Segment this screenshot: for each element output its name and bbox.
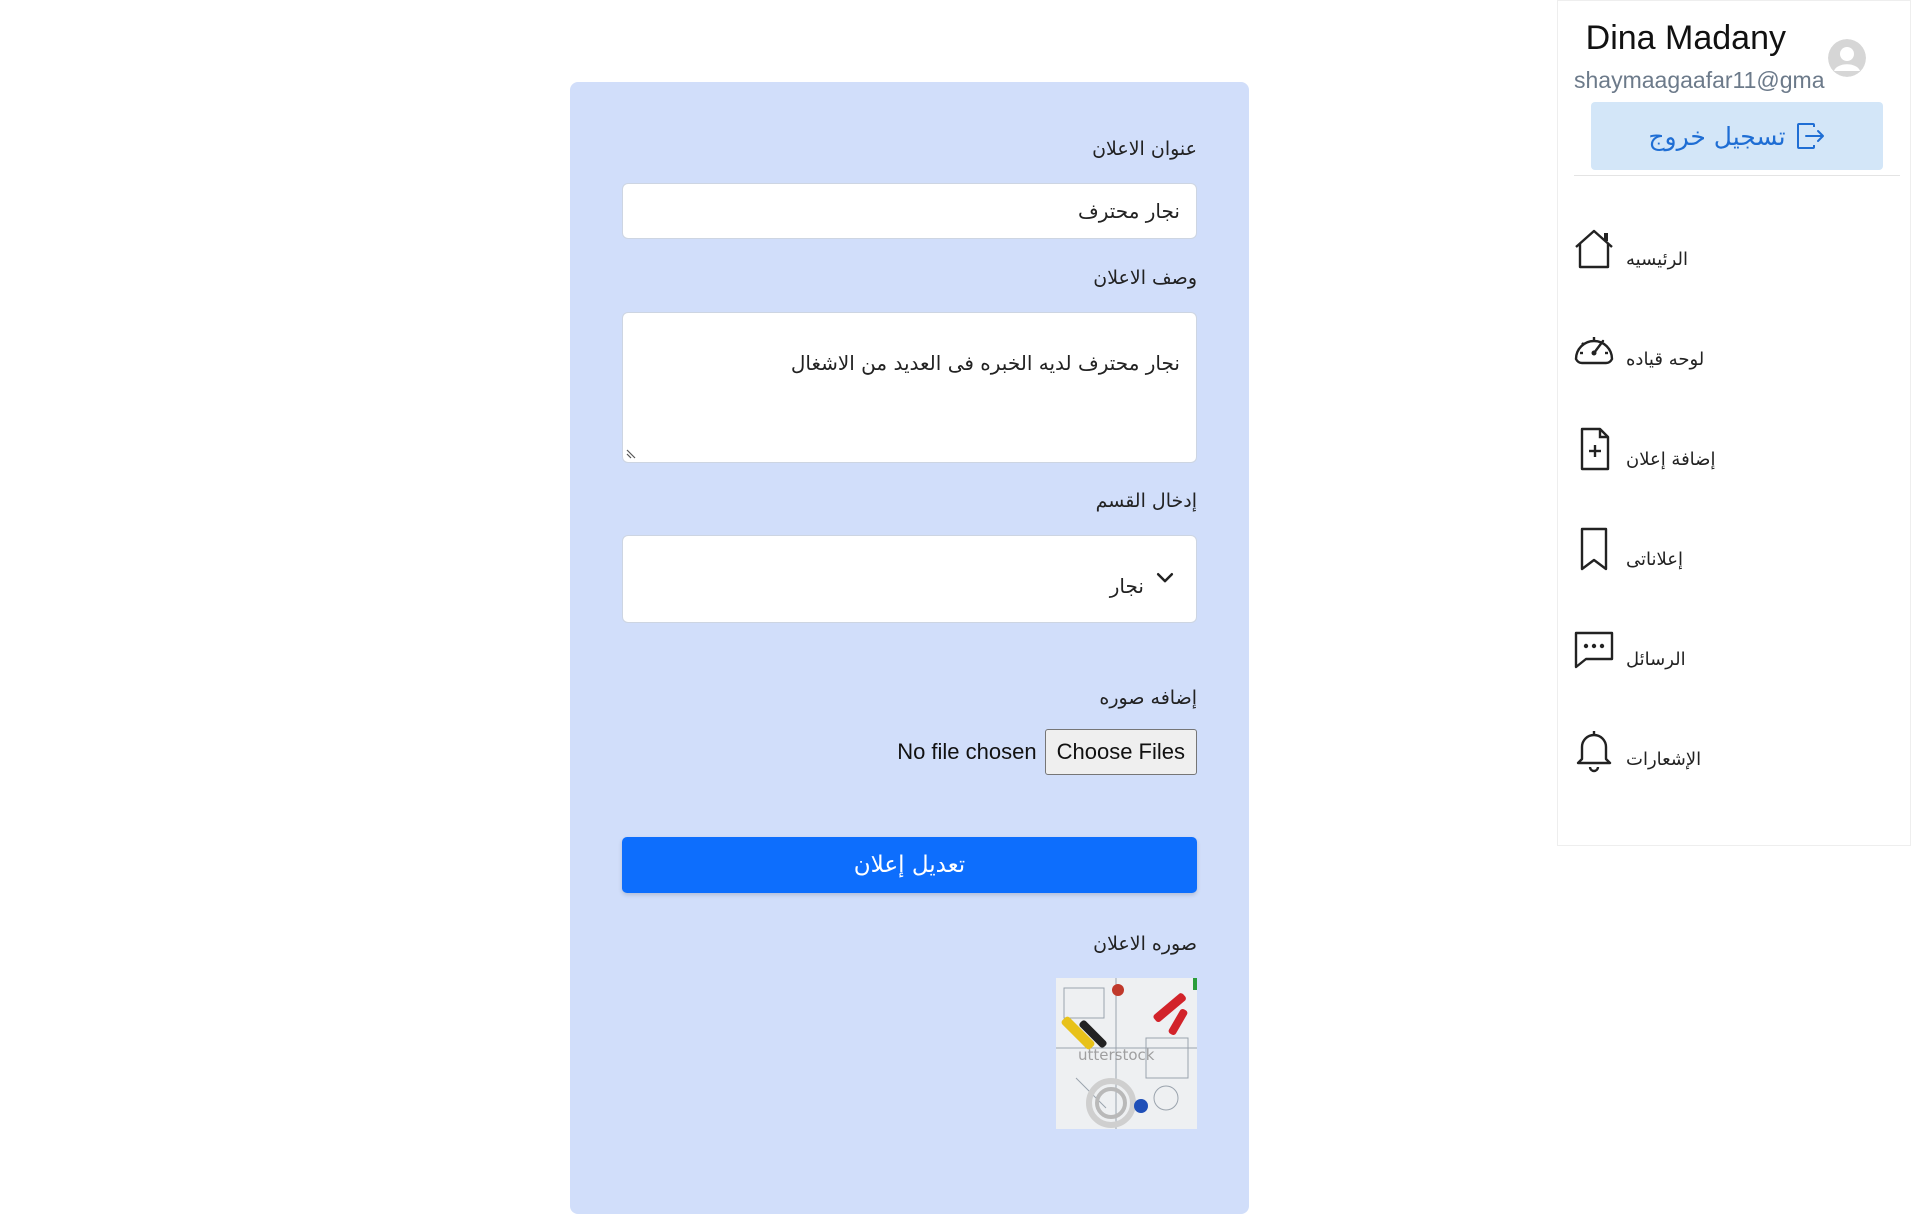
sidebar-item-add-ad[interactable]: إضافة إعلان: [1570, 399, 1900, 499]
sidebar-item-label: لوحه قياده: [1626, 348, 1705, 370]
sidebar-item-label: الإشعارات: [1626, 748, 1702, 770]
ad-title-label: عنوان الاعلان: [1092, 138, 1197, 160]
choose-files-button[interactable]: Choose Files: [1044, 729, 1197, 775]
svg-text:utterstock: utterstock: [1078, 1046, 1155, 1064]
logout-label: تسجيل خروج: [1648, 121, 1786, 151]
ad-description-value: نجار محترف لديه الخبره فى العديد من الاش…: [790, 351, 1180, 375]
ad-image-label: صوره الاعلان: [1093, 933, 1197, 955]
bookmark-icon: [1570, 525, 1618, 573]
user-email: shaymaagaafar11@gmail.com: [1574, 67, 1826, 93]
sidebar: Dina Madany shaymaagaafar11@gmail.com تس…: [1557, 0, 1911, 846]
sidebar-item-notifications[interactable]: الإشعارات: [1570, 699, 1900, 799]
sidebar-item-label: إعلاناتى: [1626, 548, 1683, 570]
sidebar-item-label: الرئيسيه: [1626, 248, 1688, 270]
house-icon: [1570, 225, 1618, 273]
sidebar-item-label: الرسائل: [1626, 648, 1686, 670]
resize-grip-icon[interactable]: [625, 448, 637, 460]
ad-title-value: نجار محترف: [1077, 199, 1180, 223]
edit-ad-form: عنوان الاعلان نجار محترف وصف الاعلان نجا…: [570, 82, 1249, 1214]
tools-image: utterstock: [1056, 978, 1197, 1129]
logout-button[interactable]: تسجيل خروج: [1591, 102, 1883, 170]
avatar-icon[interactable]: [1828, 39, 1866, 77]
file-plus-icon: [1570, 425, 1618, 473]
ad-title-input[interactable]: نجار محترف: [622, 183, 1197, 239]
edit-ad-button[interactable]: تعديل إعلان: [622, 837, 1197, 893]
sidebar-item-home[interactable]: الرئيسيه: [1570, 199, 1900, 299]
chevron-down-icon: [1156, 573, 1174, 583]
speedometer-icon: [1570, 325, 1618, 373]
file-input[interactable]: Choose Files No file chosen: [897, 729, 1197, 775]
sidebar-item-label: إضافة إعلان: [1626, 448, 1716, 470]
image-upload-label: إضافه صوره: [1099, 687, 1197, 709]
sidebar-nav: الرئيسيه لوحه قياده إضافة إعلان إعلاناتى…: [1570, 199, 1900, 799]
sidebar-item-messages[interactable]: الرسائل: [1570, 599, 1900, 699]
chat-dots-icon: [1570, 625, 1618, 673]
ad-image-thumbnail: utterstock: [1056, 978, 1197, 1129]
file-status: No file chosen: [897, 739, 1037, 764]
ad-description-textarea[interactable]: نجار محترف لديه الخبره فى العديد من الاش…: [622, 312, 1197, 463]
user-name: Dina Madany: [1585, 19, 1786, 57]
category-select[interactable]: نجار: [622, 535, 1197, 623]
ad-description-label: وصف الاعلان: [1093, 267, 1197, 289]
box-arrow-right-icon: [1796, 123, 1824, 149]
sidebar-item-my-ads[interactable]: إعلاناتى: [1570, 499, 1900, 599]
sidebar-item-dashboard[interactable]: لوحه قياده: [1570, 299, 1900, 399]
bell-icon: [1570, 725, 1618, 773]
divider: [1574, 175, 1900, 176]
category-value: نجار: [1109, 574, 1144, 598]
category-label: إدخال القسم: [1095, 490, 1197, 512]
